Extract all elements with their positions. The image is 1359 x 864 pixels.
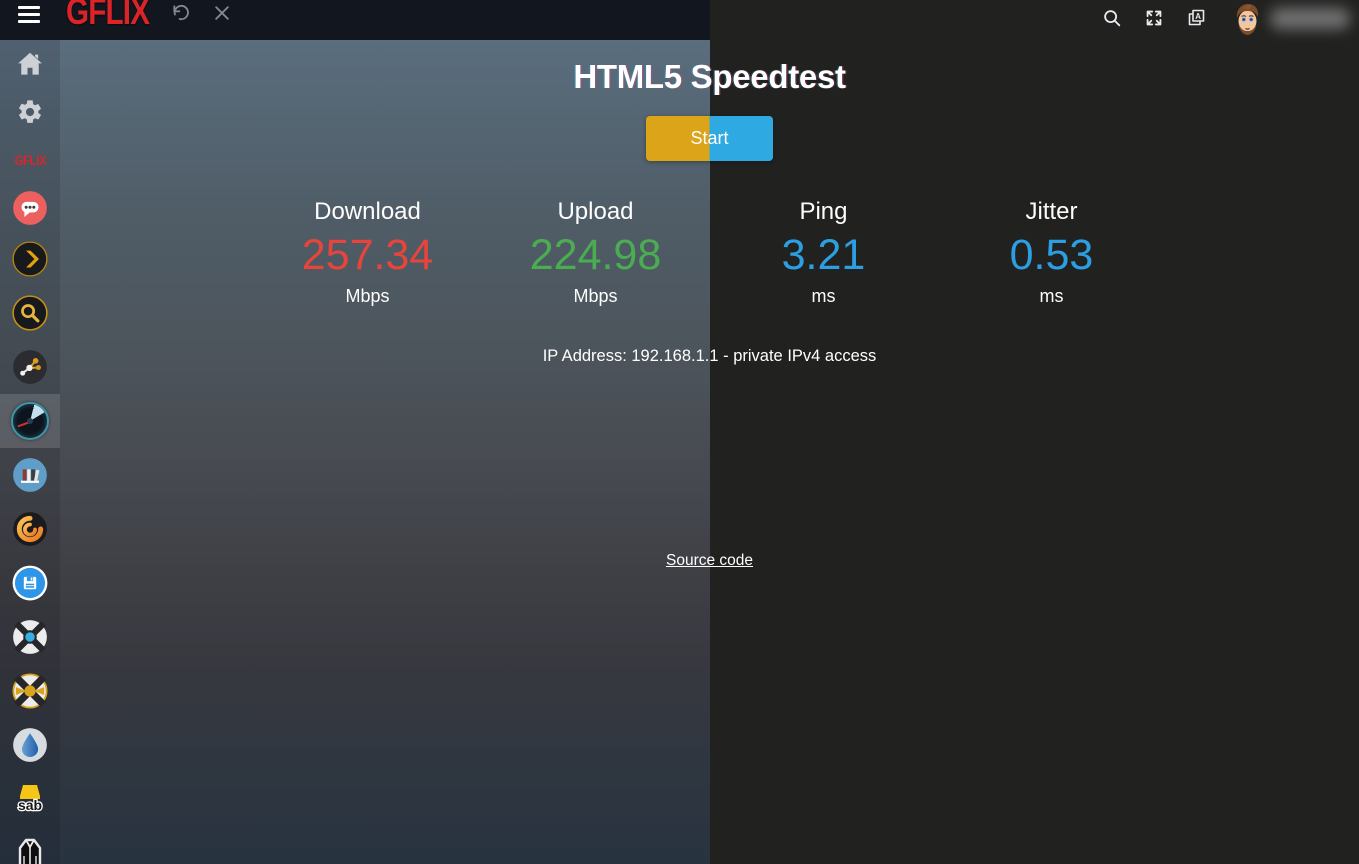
ip-address-text: IP Address: 192.168.1.1 - private IPv4 a… — [60, 347, 1359, 366]
metric-label: Ping — [710, 197, 938, 227]
page-title: HTML5 Speedtest — [60, 58, 1359, 96]
gflix-text-logo: GFLIX — [14, 152, 46, 168]
start-button[interactable]: Start — [646, 116, 773, 161]
svg-text:A: A — [1195, 12, 1201, 21]
backup-floppy-app-icon — [12, 565, 48, 601]
translate-icon[interactable]: A — [1185, 7, 1207, 29]
sidebar-item-gold-reel[interactable] — [0, 664, 60, 718]
metric-unit: Mbps — [482, 283, 710, 309]
fullscreen-icon[interactable] — [1143, 7, 1165, 29]
blue-reel-app-icon — [12, 619, 48, 655]
sidebar-item-chat[interactable] — [0, 184, 60, 232]
chat-app-icon — [12, 190, 48, 226]
metric-unit: ms — [938, 283, 1166, 309]
menu-icon[interactable] — [18, 6, 42, 24]
network-graph-app-icon — [12, 349, 48, 385]
library-books-app-icon — [12, 457, 48, 493]
metric-value: 224.98 — [482, 227, 710, 283]
app-logo[interactable]: GFLIX — [66, 0, 149, 35]
sidebar-item-settings[interactable] — [0, 88, 60, 136]
sidebar-item-jackett[interactable] — [0, 826, 60, 864]
home-icon — [15, 49, 45, 79]
search-app-icon — [12, 295, 48, 331]
metric-value: 0.53 — [938, 227, 1166, 283]
speedtest-panel: HTML5 Speedtest Start Download 257.34 Mb… — [60, 40, 1359, 864]
metric-label: Jitter — [938, 197, 1166, 227]
close-icon[interactable] — [212, 2, 234, 24]
grafana-icon — [12, 511, 48, 547]
metric-upload: Upload 224.98 Mbps — [482, 197, 710, 309]
metric-value: 257.34 — [254, 227, 482, 283]
plex-icon — [12, 241, 48, 277]
metric-unit: ms — [710, 283, 938, 309]
username-redacted[interactable] — [1270, 8, 1350, 29]
search-icon[interactable] — [1101, 7, 1123, 29]
sabnzbd-icon: sab — [11, 780, 49, 818]
sidebar: GFLIX — [0, 40, 60, 864]
sidebar-item-sabnzbd[interactable]: sab — [0, 772, 60, 826]
metric-download: Download 257.34 Mbps — [254, 197, 482, 309]
svg-text:sab: sab — [18, 797, 42, 813]
metrics-row: Download 257.34 Mbps Upload 224.98 Mbps … — [254, 197, 1166, 309]
sidebar-item-library[interactable] — [0, 448, 60, 502]
sidebar-item-network-app[interactable] — [0, 340, 60, 394]
speedtest-gauge-icon — [11, 402, 49, 440]
sidebar-item-backup[interactable] — [0, 556, 60, 610]
jackett-icon — [11, 836, 49, 864]
sidebar-item-plex[interactable] — [0, 232, 60, 286]
sidebar-item-gflix[interactable]: GFLIX — [0, 136, 60, 184]
metric-unit: Mbps — [254, 283, 482, 309]
gold-reel-app-icon — [12, 673, 48, 709]
metric-ping: Ping 3.21 ms — [710, 197, 938, 309]
metric-label: Upload — [482, 197, 710, 227]
refresh-icon[interactable] — [171, 2, 193, 24]
sidebar-item-speedtest[interactable] — [0, 394, 60, 448]
deluge-drop-icon — [12, 727, 48, 763]
metric-label: Download — [254, 197, 482, 227]
source-code-link[interactable]: Source code — [666, 552, 753, 570]
sidebar-item-deluge[interactable] — [0, 718, 60, 772]
topbar: GFLIX — [0, 0, 1359, 40]
sidebar-item-home[interactable] — [0, 40, 60, 88]
user-avatar[interactable] — [1233, 2, 1262, 36]
metric-jitter: Jitter 0.53 ms — [938, 197, 1166, 309]
sidebar-item-search-app[interactable] — [0, 286, 60, 340]
sidebar-item-blue-reel[interactable] — [0, 610, 60, 664]
sidebar-item-grafana[interactable] — [0, 502, 60, 556]
metric-value: 3.21 — [710, 227, 938, 283]
screen: GFLIX — [0, 0, 1359, 864]
settings-gear-icon — [16, 98, 44, 126]
